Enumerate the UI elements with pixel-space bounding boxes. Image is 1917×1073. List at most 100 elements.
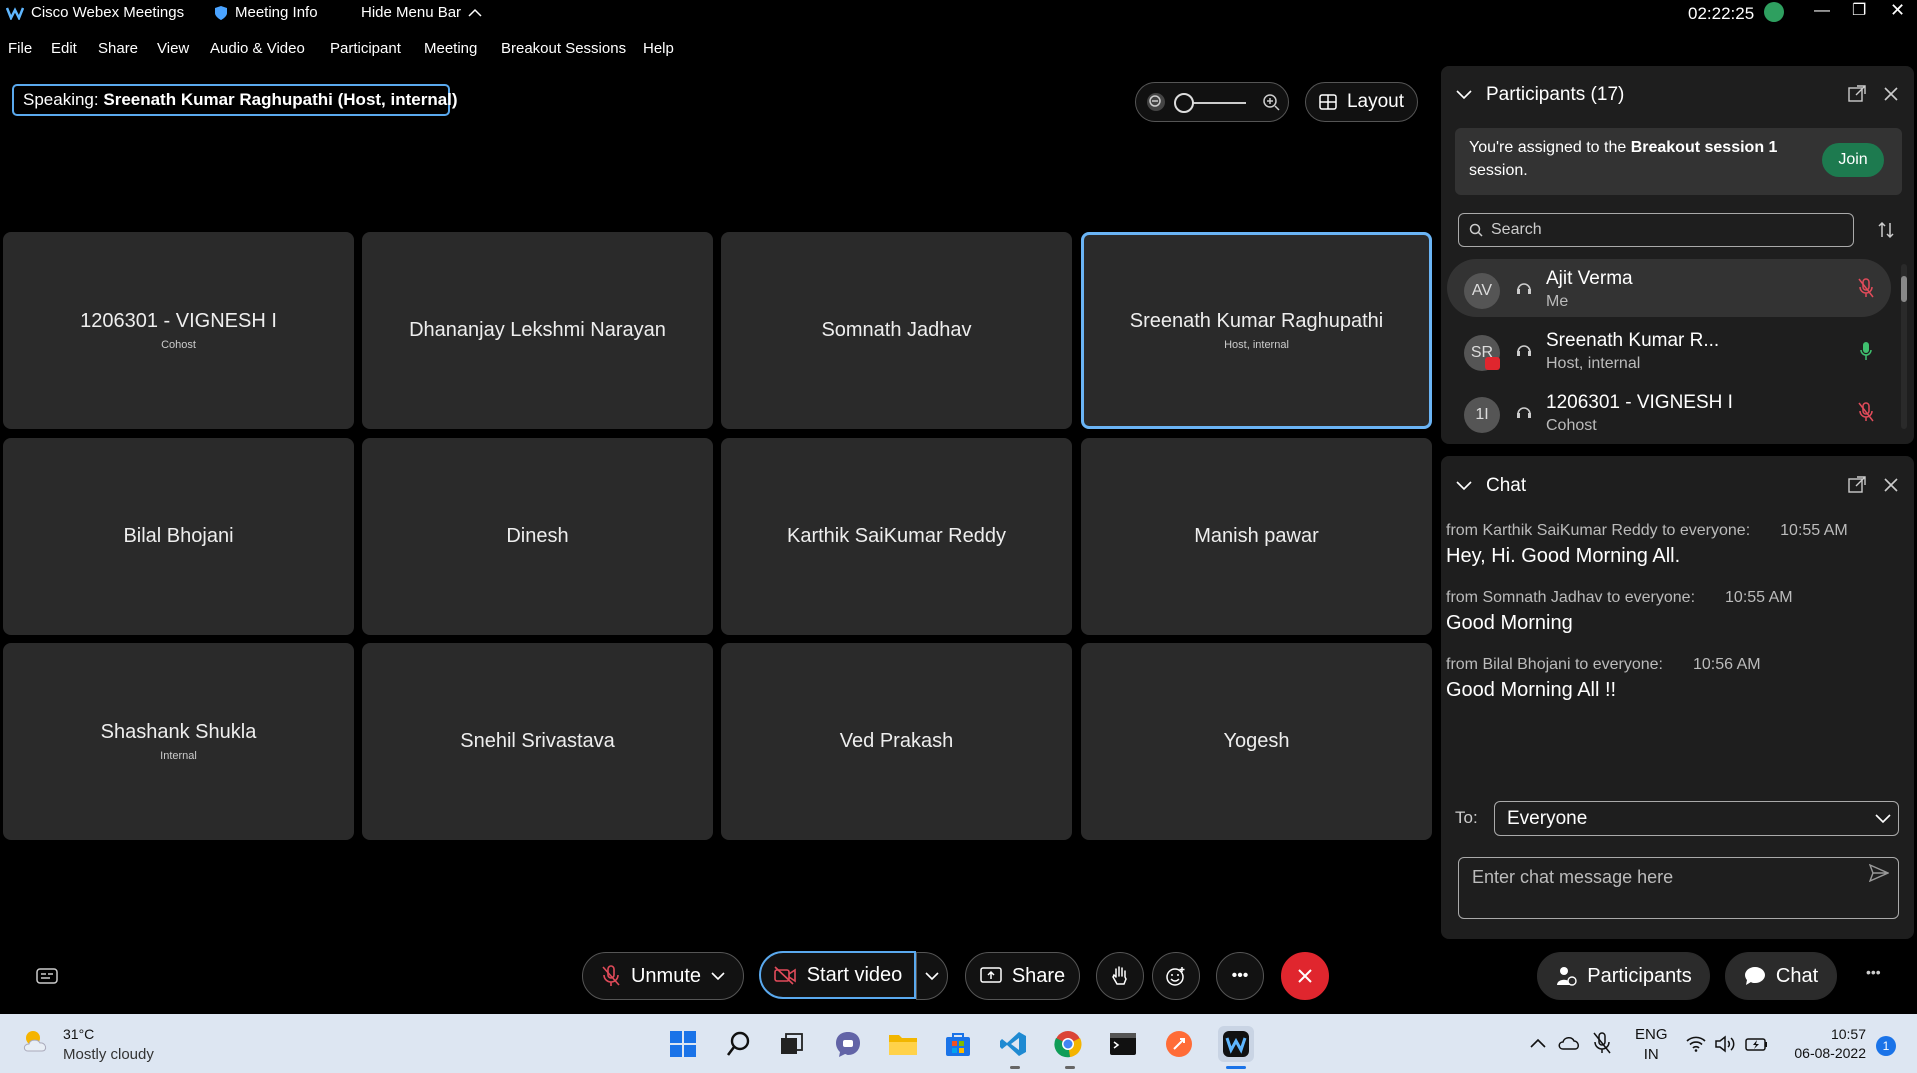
more-options-button[interactable]: ••• bbox=[1216, 952, 1264, 1000]
reactions-button[interactable] bbox=[1152, 952, 1200, 1000]
video-tile-active-speaker[interactable]: Sreenath Kumar Raghupathi Host, internal bbox=[1081, 232, 1432, 429]
vscode-icon[interactable] bbox=[998, 1029, 1028, 1059]
chat-header[interactable]: Chat bbox=[1456, 475, 1526, 497]
weather-widget[interactable] bbox=[20, 1027, 54, 1060]
language-indicator[interactable]: ENG IN bbox=[1635, 1026, 1668, 1063]
unmute-button[interactable]: Unmute bbox=[582, 952, 744, 1000]
mic-muted-icon[interactable] bbox=[1592, 1031, 1612, 1055]
send-icon[interactable] bbox=[1869, 864, 1889, 882]
teams-chat-icon[interactable] bbox=[833, 1029, 863, 1059]
video-tile[interactable]: Dhananjay Lekshmi Narayan bbox=[362, 232, 713, 429]
popout-icon[interactable] bbox=[1848, 476, 1866, 494]
chat-message: from Karthik SaiKumar Reddy to everyone:… bbox=[1446, 522, 1886, 568]
chat-message: from Bilal Bhojani to everyone: 10:56 AM … bbox=[1446, 656, 1886, 702]
chrome-icon[interactable] bbox=[1053, 1029, 1083, 1059]
leave-meeting-button[interactable] bbox=[1281, 952, 1329, 1000]
menu-meeting[interactable]: Meeting bbox=[424, 40, 477, 57]
chevron-down-icon bbox=[925, 971, 939, 980]
windows-start-icon[interactable] bbox=[668, 1029, 698, 1059]
video-tile[interactable]: Shashank Shukla Internal bbox=[3, 643, 354, 840]
video-tile[interactable]: Ved Prakash bbox=[721, 643, 1072, 840]
mic-muted-icon[interactable] bbox=[1858, 402, 1874, 422]
video-tile[interactable]: Somnath Jadhav bbox=[721, 232, 1072, 429]
participant-row[interactable]: 1I 1206301 - VIGNESH I Cohost bbox=[1447, 383, 1891, 433]
tile-name: Snehil Srivastava bbox=[460, 730, 615, 752]
hide-menu-bar-button[interactable]: Hide Menu Bar bbox=[361, 4, 482, 21]
video-tile[interactable]: Snehil Srivastava bbox=[362, 643, 713, 840]
scrollbar-thumb[interactable] bbox=[1901, 276, 1907, 302]
postman-icon[interactable] bbox=[1164, 1029, 1194, 1059]
wifi-icon[interactable] bbox=[1686, 1036, 1706, 1052]
menu-help[interactable]: Help bbox=[643, 40, 674, 57]
join-breakout-button[interactable]: Join bbox=[1822, 143, 1884, 177]
taskbar-date: 06-08-2022 bbox=[1794, 1045, 1866, 1061]
mic-muted-icon[interactable] bbox=[1858, 278, 1874, 298]
chevron-down-icon[interactable] bbox=[711, 971, 725, 981]
participants-icon bbox=[1557, 967, 1577, 986]
menu-file[interactable]: File bbox=[8, 40, 32, 57]
mic-muted-icon bbox=[602, 965, 620, 986]
close-icon[interactable] bbox=[1883, 477, 1899, 493]
close-window-icon[interactable]: ✕ bbox=[1890, 0, 1905, 21]
video-tile[interactable]: Karthik SaiKumar Reddy bbox=[721, 438, 1072, 635]
video-tile[interactable]: Manish pawar bbox=[1081, 438, 1432, 635]
clock[interactable]: 10:57 06-08-2022 bbox=[1786, 1026, 1866, 1061]
layout-button[interactable]: Layout bbox=[1305, 82, 1418, 122]
menu-audio-video[interactable]: Audio & Video bbox=[210, 40, 305, 57]
notification-badge[interactable]: 1 bbox=[1876, 1036, 1896, 1056]
menu-edit[interactable]: Edit bbox=[51, 40, 77, 57]
more-icon[interactable]: ••• bbox=[1866, 964, 1881, 980]
message-sender: from Karthik SaiKumar Reddy to everyone: bbox=[1446, 522, 1751, 539]
chat-button[interactable]: Chat bbox=[1725, 952, 1837, 1000]
video-tile[interactable]: 1206301 - VIGNESH I Cohost bbox=[3, 232, 354, 429]
video-tile[interactable]: Dinesh bbox=[362, 438, 713, 635]
participants-scrollbar[interactable] bbox=[1901, 264, 1907, 429]
video-tile[interactable]: Yogesh bbox=[1081, 643, 1432, 840]
volume-icon[interactable] bbox=[1714, 1035, 1736, 1053]
meeting-info-button[interactable]: Meeting Info bbox=[214, 4, 318, 21]
recipient-select[interactable]: Everyone bbox=[1494, 801, 1899, 836]
participant-search-input[interactable]: Search bbox=[1458, 213, 1854, 247]
message-text: Good Morning bbox=[1446, 612, 1573, 634]
webex-taskbar-icon[interactable] bbox=[1218, 1026, 1254, 1062]
running-indicator bbox=[1010, 1066, 1020, 1069]
avatar: 1I bbox=[1464, 397, 1500, 433]
raise-hand-button[interactable] bbox=[1096, 952, 1144, 1000]
file-explorer-icon[interactable] bbox=[888, 1029, 918, 1059]
popout-icon[interactable] bbox=[1848, 85, 1866, 103]
chevron-up-icon[interactable] bbox=[1530, 1038, 1546, 1048]
close-icon[interactable] bbox=[1883, 86, 1899, 102]
chat-message-input[interactable]: Enter chat message here bbox=[1458, 857, 1899, 919]
participants-header[interactable]: Participants (17) bbox=[1456, 84, 1624, 106]
partly-cloudy-icon bbox=[23, 1031, 47, 1052]
share-button[interactable]: Share bbox=[965, 952, 1080, 1000]
sharing-badge-icon bbox=[1485, 357, 1500, 370]
menu-participant[interactable]: Participant bbox=[330, 40, 401, 57]
minimize-icon[interactable]: — bbox=[1814, 2, 1830, 20]
participant-row[interactable]: SR Sreenath Kumar R... Host, internal bbox=[1447, 321, 1891, 379]
captions-icon[interactable] bbox=[36, 968, 58, 986]
menu-view[interactable]: View bbox=[157, 40, 189, 57]
mic-active-icon[interactable] bbox=[1860, 341, 1872, 361]
menu-breakout-sessions[interactable]: Breakout Sessions bbox=[501, 40, 626, 57]
chevron-up-icon bbox=[468, 8, 482, 17]
message-text: Good Morning All !! bbox=[1446, 679, 1617, 701]
terminal-icon[interactable] bbox=[1108, 1029, 1138, 1059]
zoom-in-icon[interactable] bbox=[1261, 92, 1281, 112]
menu-share[interactable]: Share bbox=[98, 40, 138, 57]
battery-charging-icon[interactable] bbox=[1745, 1036, 1769, 1052]
zoom-slider-handle[interactable] bbox=[1174, 93, 1194, 113]
sort-icon[interactable] bbox=[1877, 221, 1895, 239]
zoom-out-icon[interactable] bbox=[1146, 92, 1166, 112]
search-icon[interactable] bbox=[724, 1029, 754, 1059]
restore-icon[interactable]: ❐ bbox=[1852, 0, 1866, 20]
microsoft-store-icon[interactable] bbox=[943, 1029, 973, 1059]
video-tile[interactable]: Bilal Bhojani bbox=[3, 438, 354, 635]
connection-status-icon[interactable] bbox=[1764, 2, 1784, 22]
task-view-icon[interactable] bbox=[777, 1029, 807, 1059]
start-video-button[interactable]: Start video bbox=[759, 951, 916, 999]
participant-row[interactable]: AV Ajit Verma Me bbox=[1447, 259, 1891, 317]
participants-button[interactable]: Participants bbox=[1537, 952, 1710, 1000]
video-options-button[interactable] bbox=[916, 952, 948, 1000]
onedrive-icon[interactable] bbox=[1557, 1034, 1581, 1050]
